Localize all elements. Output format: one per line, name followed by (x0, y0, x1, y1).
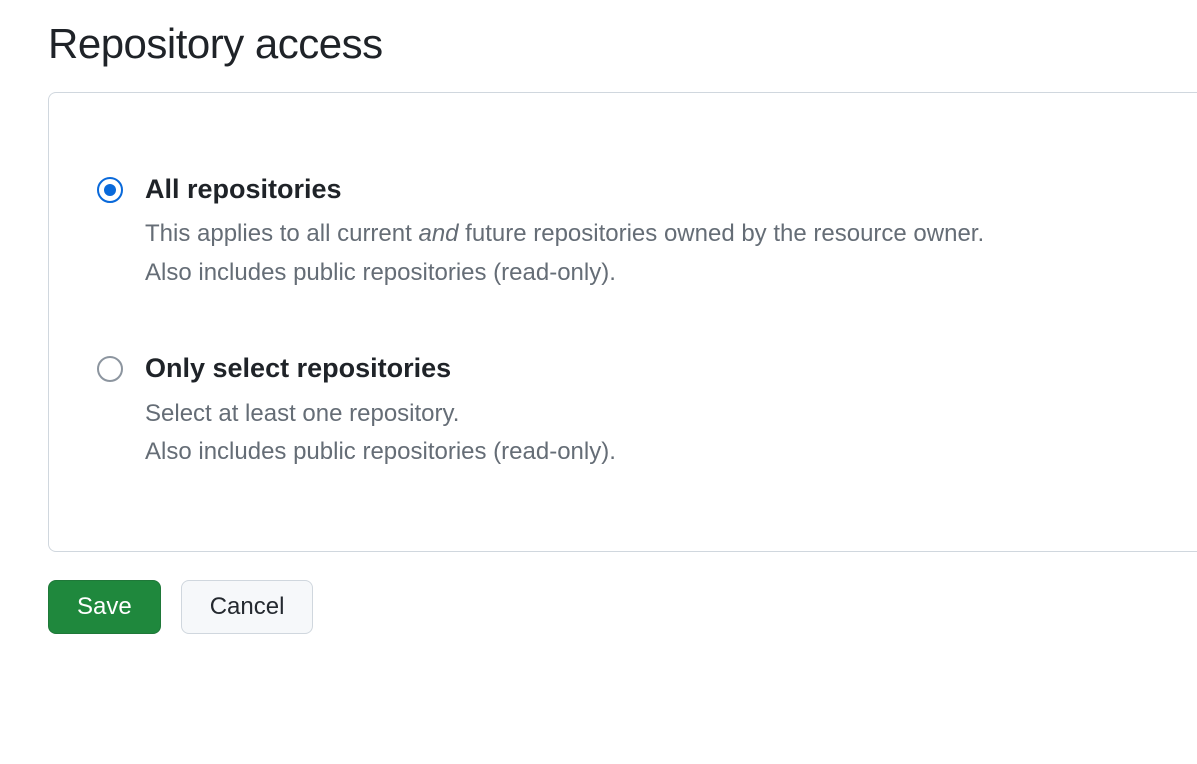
option-desc-select-line2: Also includes public repositories (read-… (145, 438, 616, 465)
save-button[interactable]: Save (48, 580, 161, 634)
option-select-repositories[interactable]: Only select repositories Select at least… (97, 352, 1150, 471)
page-title: Repository access (48, 20, 1149, 68)
button-row: Save Cancel (48, 580, 1149, 634)
option-desc-select-line1: Select at least one repository. (145, 400, 459, 427)
option-title-select: Only select repositories (145, 352, 1150, 384)
option-desc-all-em: and (418, 220, 458, 247)
radio-all-repositories[interactable] (97, 177, 123, 203)
option-desc-select: Select at least one repository. Also inc… (145, 395, 1150, 472)
option-desc-all-post: future repositories owned by the resourc… (459, 220, 985, 247)
option-desc-all: This applies to all current and future r… (145, 215, 1150, 292)
repository-access-panel: All repositories This applies to all cur… (48, 92, 1197, 552)
option-all-repositories[interactable]: All repositories This applies to all cur… (97, 173, 1150, 292)
option-title-all: All repositories (145, 173, 1150, 205)
radio-select-repositories[interactable] (97, 356, 123, 382)
option-desc-all-pre: This applies to all current (145, 220, 418, 247)
option-desc-all-line2: Also includes public repositories (read-… (145, 259, 616, 286)
cancel-button[interactable]: Cancel (181, 580, 314, 634)
